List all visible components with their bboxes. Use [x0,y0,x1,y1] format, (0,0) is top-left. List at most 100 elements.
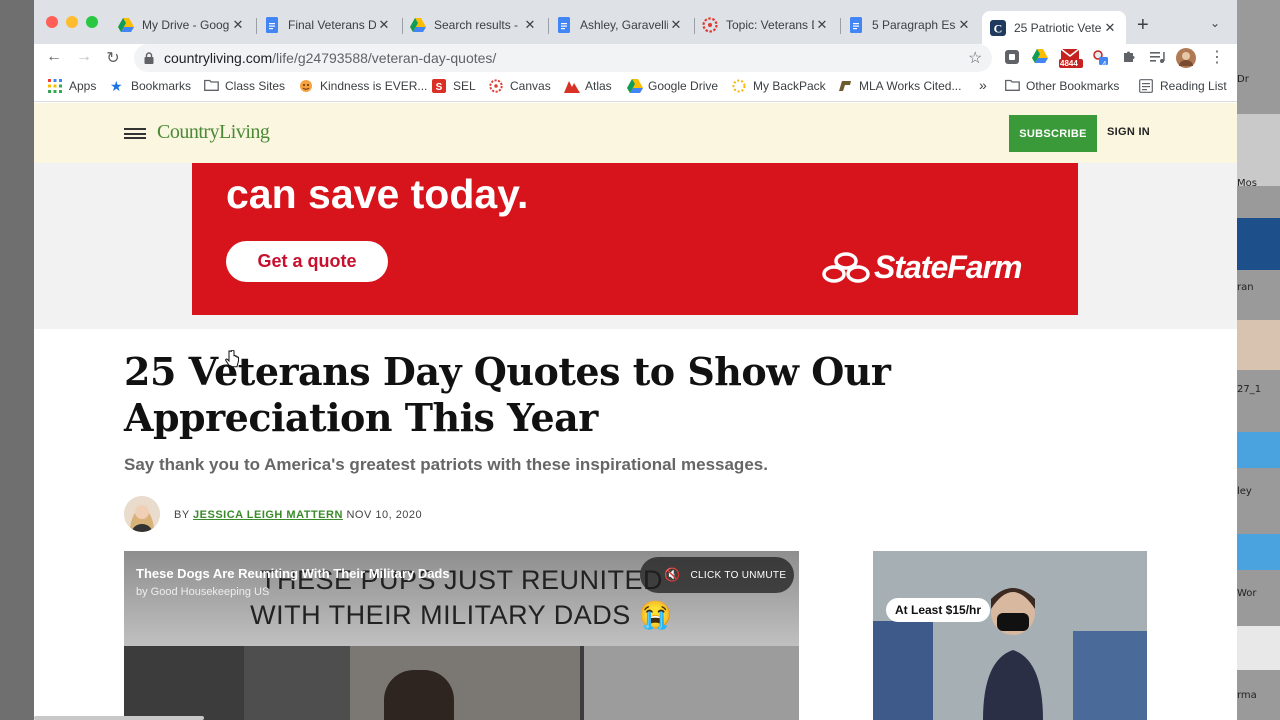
maximize-window-button[interactable] [86,16,98,28]
desktop-file-label[interactable]: Wor [1237,588,1280,599]
close-tab-icon[interactable]: ✕ [230,17,246,33]
close-window-button[interactable] [46,16,58,28]
byline-prefix: BY [174,509,190,521]
desktop-file-label[interactable]: 27_1 [1237,384,1280,395]
click-to-unmute-button[interactable]: 🔇 CLICK TO UNMUTE [640,557,794,593]
forward-button[interactable]: → [74,48,94,66]
close-tab-icon[interactable]: ✕ [814,17,830,33]
desktop-file-thumbnail[interactable] [1237,114,1280,186]
author-link[interactable]: JESSICA LEIGH MATTERN [193,509,343,521]
bookmark-kindness[interactable]: Kindness is EVER... [299,79,427,93]
tab-title: Topic: Veterans D [726,18,814,32]
get-a-quote-button[interactable]: Get a quote [226,241,388,282]
desktop-file-label[interactable]: ran [1237,282,1280,293]
tab-search-results[interactable]: Search results - ✕ [402,11,546,39]
back-button[interactable]: ← [44,48,64,66]
desktop-file-thumbnail[interactable] [1237,432,1280,468]
bookmark-label: Apps [69,79,97,93]
video-scene-shape [244,646,354,720]
bookmark-label: MLA Works Cited... [859,79,962,93]
canvas-icon [702,17,718,33]
video-scene-shape [584,646,799,720]
reload-button[interactable]: ↻ [103,48,123,68]
bookmark-sel[interactable]: S SEL [432,79,476,93]
bookmark-bookmarks[interactable]: ★ Bookmarks [110,79,191,93]
publish-date: NOV 10, 2020 [346,509,423,521]
state-farm-banner-ad[interactable]: can save today. Get a quote StateFarm [192,163,1078,315]
bookmark-star-icon[interactable]: ☆ [968,48,982,68]
desktop-file-thumbnail[interactable] [1237,320,1280,370]
bookmarks-bar: Apps ★ Bookmarks Class Sites Kindness is… [34,72,1237,102]
bookmark-label: Reading List [1160,79,1227,93]
state-farm-wordmark: StateFarm [874,249,1022,285]
close-tab-icon[interactable]: ✕ [522,17,538,33]
tab-final-veterans-doc[interactable]: Final Veterans D ✕ [256,11,400,39]
tab-topic-veterans[interactable]: Topic: Veterans D ✕ [694,11,838,39]
bookmark-label: Bookmarks [131,79,192,93]
bookmark-my-backpack[interactable]: My BackPack [732,79,826,93]
close-tab-icon[interactable]: ✕ [1102,20,1118,36]
close-tab-icon[interactable]: ✕ [668,17,684,33]
bookmark-other-bookmarks[interactable]: Other Bookmarks [1005,79,1119,93]
tab-ashley-garavelli[interactable]: Ashley, Garavelli ✕ [548,11,692,39]
new-tab-button[interactable]: + [1137,14,1149,37]
tab-search-chevron-icon[interactable]: ⌄ [1210,16,1220,30]
bookmark-label: Class Sites [225,79,286,93]
desktop-file-label[interactable]: rma [1237,690,1280,701]
tab-25-patriotic-veterans[interactable]: C 25 Patriotic Vete ✕ [982,11,1126,44]
kindness-icon [299,79,313,93]
bookmark-mla-works-cited[interactable]: MLA Works Cited... [838,79,961,93]
browser-toolbar: ← → ↻ countryliving.com/life/g24793588/v… [34,44,1237,72]
subscribe-button[interactable]: SUBSCRIBE [1009,115,1097,152]
tab-title: 5 Paragraph Essa [872,18,956,32]
bookmark-label: Kindness is EVER... [320,79,428,93]
profile-avatar[interactable] [1176,48,1196,68]
url-path: /life/g24793588/veteran-day-quotes/ [272,50,497,66]
bookmark-label: Atlas [585,79,612,93]
extension-shield-icon[interactable] [1004,49,1020,65]
tab-5-paragraph-essay[interactable]: 5 Paragraph Essa ✕ [840,11,980,39]
desktop-file-label[interactable]: Dr [1237,74,1280,94]
author-avatar[interactable] [124,496,160,532]
bookmark-class-sites[interactable]: Class Sites [204,79,285,93]
bookmark-canvas[interactable]: Canvas [489,79,551,93]
desktop-file-thumbnail[interactable] [1237,626,1280,670]
extensions-puzzle-icon[interactable] [1121,49,1137,65]
hamburger-menu-icon[interactable] [124,128,146,139]
unmute-label: CLICK TO UNMUTE [690,569,787,581]
close-tab-icon[interactable]: ✕ [956,17,972,33]
muted-speaker-icon: 🔇 [664,567,681,582]
address-bar[interactable]: countryliving.com/life/g24793588/veteran… [134,44,992,72]
bookmark-google-drive[interactable]: Google Drive [627,79,718,93]
tab-strip: My Drive - Googl ✕ Final Veterans D ✕ Se… [34,0,1237,44]
site-logo[interactable]: CountryLiving [157,121,270,144]
sign-in-link[interactable]: SIGN IN [1107,126,1150,138]
media-queue-icon[interactable] [1149,49,1165,65]
video-title[interactable]: These Dogs Are Reuniting With Their Mili… [136,566,450,581]
tab-title: Ashley, Garavelli [580,18,668,32]
desktop-file-label[interactable]: Mos [1237,178,1280,189]
google-drive-extension-icon[interactable] [1032,49,1048,65]
bookmark-atlas[interactable]: Atlas [564,79,612,93]
bookmark-apps[interactable]: Apps [48,79,96,93]
bookmarks-overflow-chevron-icon[interactable]: » [979,77,987,93]
horizontal-scrollbar[interactable] [34,716,204,720]
reading-list-button[interactable]: Reading List [1139,79,1227,93]
desktop-file-label[interactable]: ley [1237,486,1280,497]
bookmark-label: Other Bookmarks [1026,79,1120,93]
country-living-icon: C [990,19,1006,36]
minimize-window-button[interactable] [66,16,78,28]
desktop-file-thumbnail[interactable] [1237,218,1280,270]
video-player[interactable]: THESE PUPS JUST REUNITED WITH THEIR MILI… [124,551,799,720]
browser-menu-icon[interactable]: ⋮ [1207,47,1227,67]
close-tab-icon[interactable]: ✕ [376,17,392,33]
tab-my-drive[interactable]: My Drive - Googl ✕ [110,11,254,39]
video-caption-line: WITH THEIR MILITARY DADS 😭 [250,600,673,630]
desktop-file-thumbnail[interactable] [1237,534,1280,570]
ad-container: can save today. Get a quote StateFarm [34,163,1237,368]
bookmark-label: Canvas [510,79,551,93]
side-ad-photo [873,551,1147,720]
side-job-ad[interactable]: At Least $15/hr [873,551,1147,720]
pay-rate-badge: At Least $15/hr [886,598,991,622]
site-header: CountryLiving SUBSCRIBE SIGN IN [34,103,1237,163]
